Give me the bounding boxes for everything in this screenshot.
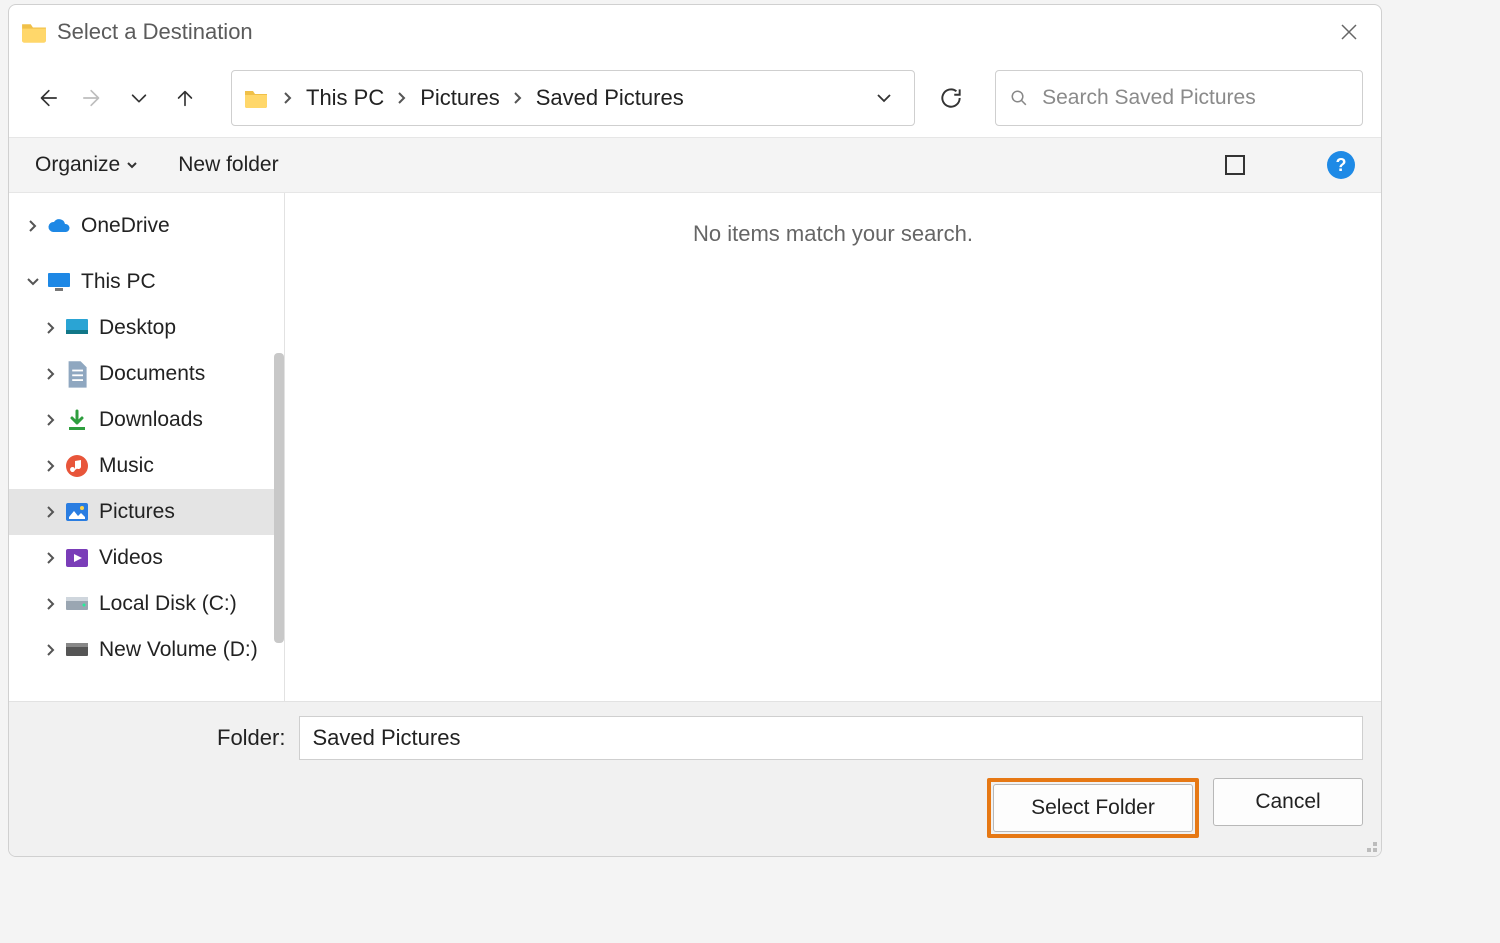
highlight-annotation: Select Folder bbox=[987, 778, 1199, 838]
tree-scrollbar[interactable] bbox=[274, 353, 284, 643]
collapse-icon[interactable] bbox=[23, 276, 43, 288]
expand-icon[interactable] bbox=[23, 220, 43, 232]
breadcrumb-saved-pictures[interactable]: Saved Pictures bbox=[530, 85, 690, 111]
tree-label: This PC bbox=[81, 270, 156, 294]
caret-down-icon bbox=[126, 153, 138, 177]
monitor-icon bbox=[47, 270, 71, 294]
tree-onedrive[interactable]: OneDrive bbox=[9, 203, 284, 249]
empty-message: No items match your search. bbox=[693, 221, 973, 701]
folder-name-input[interactable] bbox=[299, 716, 1363, 760]
breadcrumb-this-pc[interactable]: This PC bbox=[300, 85, 390, 111]
cloud-icon bbox=[47, 214, 71, 238]
view-options-button[interactable] bbox=[1225, 155, 1259, 175]
address-bar[interactable]: This PC Pictures Saved Pictures bbox=[231, 70, 915, 126]
refresh-button[interactable] bbox=[927, 74, 975, 122]
resize-grip[interactable] bbox=[1363, 838, 1379, 854]
chevron-right-icon bbox=[506, 92, 530, 104]
recent-locations-button[interactable] bbox=[119, 78, 159, 118]
view-icon bbox=[1225, 155, 1245, 175]
drive-icon bbox=[65, 638, 89, 662]
help-button[interactable]: ? bbox=[1327, 151, 1355, 179]
tree-downloads[interactable]: Downloads bbox=[9, 397, 284, 443]
tree-label: Documents bbox=[99, 362, 205, 386]
pictures-icon bbox=[65, 500, 89, 524]
tree-label: Local Disk (C:) bbox=[99, 592, 237, 616]
search-input[interactable] bbox=[1042, 86, 1348, 110]
expand-icon[interactable] bbox=[41, 644, 61, 656]
expand-icon[interactable] bbox=[41, 368, 61, 380]
tree-local-disk[interactable]: Local Disk (C:) bbox=[9, 581, 284, 627]
footer: Folder: Select Folder Cancel bbox=[9, 701, 1381, 856]
tree-label: Videos bbox=[99, 546, 163, 570]
toolbar: Organize New folder ? bbox=[9, 137, 1381, 193]
music-icon bbox=[65, 454, 89, 478]
expand-icon[interactable] bbox=[41, 552, 61, 564]
select-folder-button[interactable]: Select Folder bbox=[993, 784, 1193, 832]
search-icon bbox=[1010, 88, 1028, 108]
expand-icon[interactable] bbox=[41, 322, 61, 334]
tree-music[interactable]: Music bbox=[9, 443, 284, 489]
organize-label: Organize bbox=[35, 153, 120, 177]
folder-label: Folder: bbox=[217, 725, 285, 751]
tree-label: OneDrive bbox=[81, 214, 170, 238]
expand-icon[interactable] bbox=[41, 414, 61, 426]
content-area: No items match your search. bbox=[285, 193, 1381, 701]
tree-desktop[interactable]: Desktop bbox=[9, 305, 284, 351]
dialog-body: OneDrive This PC Desktop Documents bbox=[9, 193, 1381, 701]
tree-videos[interactable]: Videos bbox=[9, 535, 284, 581]
address-history-button[interactable] bbox=[866, 80, 902, 116]
cancel-button[interactable]: Cancel bbox=[1213, 778, 1363, 826]
dialog-title: Select a Destination bbox=[57, 19, 1329, 45]
back-button[interactable] bbox=[27, 78, 67, 118]
title-bar: Select a Destination bbox=[9, 5, 1381, 59]
chevron-right-icon bbox=[276, 92, 300, 104]
tree-label: Downloads bbox=[99, 408, 203, 432]
video-icon bbox=[65, 546, 89, 570]
document-icon bbox=[65, 362, 89, 386]
new-folder-label: New folder bbox=[178, 153, 278, 177]
forward-button[interactable] bbox=[73, 78, 113, 118]
up-button[interactable] bbox=[165, 78, 205, 118]
tree-this-pc[interactable]: This PC bbox=[9, 259, 284, 305]
organize-button[interactable]: Organize bbox=[35, 153, 138, 177]
tree-pictures[interactable]: Pictures bbox=[9, 489, 284, 535]
expand-icon[interactable] bbox=[41, 506, 61, 518]
tree-new-volume[interactable]: New Volume (D:) bbox=[9, 627, 284, 673]
tree-label: New Volume (D:) bbox=[99, 638, 258, 662]
expand-icon[interactable] bbox=[41, 460, 61, 472]
folder-icon bbox=[21, 21, 47, 43]
tree-label: Music bbox=[99, 454, 154, 478]
desktop-icon bbox=[65, 316, 89, 340]
new-folder-button[interactable]: New folder bbox=[178, 153, 278, 177]
folder-icon bbox=[244, 88, 268, 108]
expand-icon[interactable] bbox=[41, 598, 61, 610]
close-button[interactable] bbox=[1329, 12, 1369, 52]
tree-label: Desktop bbox=[99, 316, 176, 340]
breadcrumb-pictures[interactable]: Pictures bbox=[414, 85, 505, 111]
tree-documents[interactable]: Documents bbox=[9, 351, 284, 397]
chevron-right-icon bbox=[390, 92, 414, 104]
navigation-row: This PC Pictures Saved Pictures bbox=[9, 59, 1381, 137]
drive-icon bbox=[65, 592, 89, 616]
download-icon bbox=[65, 408, 89, 432]
tree-label: Pictures bbox=[99, 500, 175, 524]
navigation-tree: OneDrive This PC Desktop Documents bbox=[9, 193, 285, 701]
folder-picker-dialog: Select a Destination This PC Pictures bbox=[8, 4, 1382, 857]
search-box[interactable] bbox=[995, 70, 1363, 126]
